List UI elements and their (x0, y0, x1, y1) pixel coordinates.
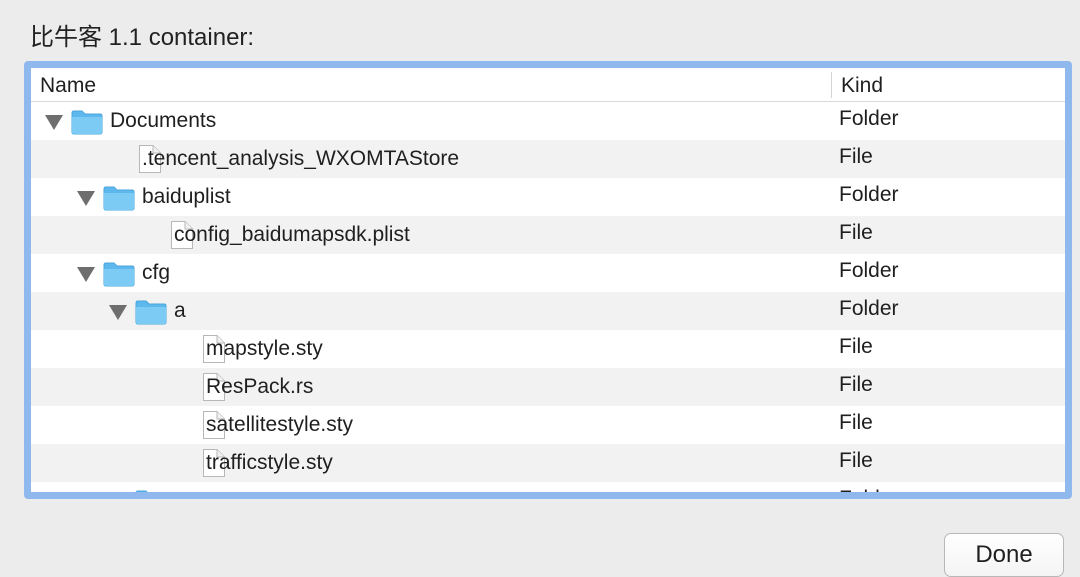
dialog-title: 比牛客 1.1 container: (30, 24, 255, 51)
folder-icon (135, 299, 167, 330)
tree-row-file[interactable]: config_baidumapsdk.plist File (31, 216, 1065, 254)
tree-row-kind: Folder (839, 259, 899, 282)
tree-row-file[interactable]: satellitestyle.sty File (31, 406, 1065, 444)
tree-row-kind: File (839, 145, 873, 168)
tree-row-kind: File (839, 373, 873, 396)
tree-row-name: mapstyle.sty (206, 337, 323, 360)
folder-icon (135, 489, 167, 492)
tree-row-name: trafficstyle.sty (206, 451, 333, 474)
done-button[interactable]: Done (944, 533, 1064, 577)
tree-row-kind: File (839, 221, 873, 244)
file-tree-content: Name Kind Documents Folder .tencent_analys… (31, 68, 1065, 492)
tree-row-folder[interactable]: baiduplist Folder (31, 178, 1065, 216)
tree-row-name: cfg (142, 261, 171, 284)
column-header: Name Kind (31, 68, 1065, 102)
column-header-kind[interactable]: Kind (841, 74, 883, 98)
folder-icon (103, 261, 135, 292)
column-divider[interactable] (831, 72, 832, 98)
tree-row-kind: Folder (839, 485, 899, 492)
tree-row-folder[interactable]: Folder (31, 482, 1065, 492)
column-header-name[interactable]: Name (40, 74, 96, 98)
tree-row-kind: File (839, 335, 873, 358)
folder-icon (103, 185, 135, 216)
tree-row-name: satellitestyle.sty (206, 413, 354, 436)
tree-row-folder[interactable]: cfg Folder (31, 254, 1065, 292)
tree-row-kind: Folder (839, 297, 899, 320)
tree-row-file[interactable]: .tencent_analysis_WXOMTAStore File (31, 140, 1065, 178)
disclosure-triangle-icon[interactable] (109, 305, 127, 320)
tree-row-folder[interactable]: Documents Folder (31, 102, 1065, 140)
tree-row-name: ResPack.rs (206, 375, 314, 398)
tree-row-name: Documents (110, 109, 217, 132)
tree-row-folder[interactable]: a Folder (31, 292, 1065, 330)
tree-row-name: baiduplist (142, 185, 231, 208)
tree-rows: Documents Folder .tencent_analysis_WXOMTAS… (31, 102, 1065, 492)
tree-row-name: config_baidumapsdk.plist (174, 223, 410, 246)
tree-row-name: a (174, 299, 186, 322)
disclosure-triangle-icon[interactable] (77, 267, 95, 282)
tree-row-file[interactable]: ResPack.rs File (31, 368, 1065, 406)
tree-row-name: .tencent_analysis_WXOMTAStore (142, 147, 460, 170)
file-tree-view[interactable]: Name Kind Documents Folder .tencent_analys… (24, 61, 1072, 499)
folder-icon (71, 109, 103, 140)
tree-row-file[interactable]: trafficstyle.sty File (31, 444, 1065, 482)
tree-row-kind: File (839, 411, 873, 434)
tree-row-file[interactable]: mapstyle.sty File (31, 330, 1065, 368)
disclosure-triangle-icon[interactable] (45, 115, 63, 130)
tree-row-kind: Folder (839, 107, 899, 130)
disclosure-triangle-icon[interactable] (77, 191, 95, 206)
tree-row-kind: Folder (839, 183, 899, 206)
tree-row-kind: File (839, 449, 873, 472)
